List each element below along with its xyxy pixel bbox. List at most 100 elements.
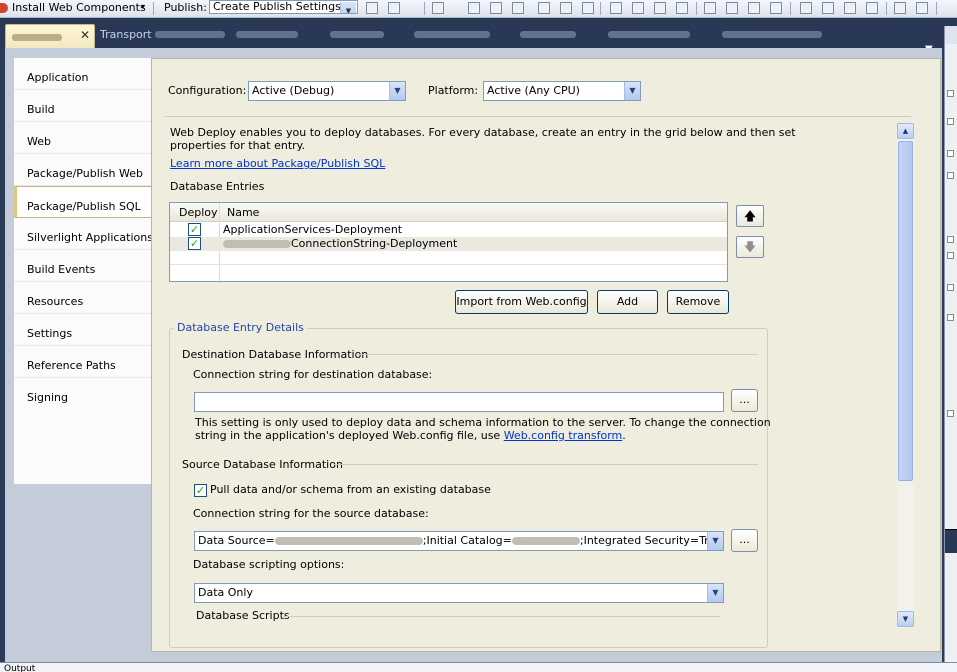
tree-expander-icon[interactable] xyxy=(947,172,954,179)
align-icon[interactable] xyxy=(512,2,524,14)
document-tab[interactable] xyxy=(236,26,298,46)
tree-expander-icon[interactable] xyxy=(947,314,954,321)
table-row[interactable]: ✓ ConnectionString-Deployment xyxy=(170,237,727,251)
solution-explorer-header[interactable] xyxy=(945,26,957,44)
spacing-icon[interactable] xyxy=(748,2,760,14)
align-icon[interactable] xyxy=(560,2,572,14)
import-from-web-config-button[interactable]: Import from Web.config xyxy=(455,290,588,314)
solution-explorer-strip xyxy=(944,26,957,662)
nav-item-settings[interactable]: Settings xyxy=(14,314,152,346)
spacing-icon[interactable] xyxy=(704,2,716,14)
table-row-empty[interactable] xyxy=(170,251,727,265)
remove-button[interactable]: Remove xyxy=(667,290,729,314)
arrow-up-icon: 🡅 xyxy=(743,209,757,223)
scrollbar-thumb[interactable] xyxy=(898,141,913,481)
document-tab[interactable] xyxy=(722,26,822,46)
output-title: Output xyxy=(4,664,36,672)
size-icon[interactable] xyxy=(676,2,688,14)
document-tab[interactable]: Transport xyxy=(100,26,226,46)
web-config-transform-link[interactable]: Web.config transform xyxy=(504,429,623,442)
vertical-scrollbar[interactable]: ▲ ▼ xyxy=(897,123,914,628)
source-browse-button[interactable]: ... xyxy=(731,529,758,552)
tree-expander-icon[interactable] xyxy=(947,150,954,157)
nav-item-build[interactable]: Build xyxy=(14,90,152,122)
spacing-icon[interactable] xyxy=(822,2,834,14)
table-row[interactable]: ✓ ApplicationServices-Deployment xyxy=(170,223,727,237)
chevron-down-icon[interactable]: ▼ xyxy=(624,82,640,100)
publish-combo[interactable]: Create Publish Settings ▼ xyxy=(209,0,358,14)
nav-item-resources[interactable]: Resources xyxy=(14,282,152,314)
output-window[interactable]: Output xyxy=(0,662,957,672)
center-icon[interactable] xyxy=(894,2,906,14)
grid-header: Deploy Name xyxy=(170,203,727,222)
nav-item-build-events[interactable]: Build Events xyxy=(14,250,152,282)
tree-expander-icon[interactable] xyxy=(947,236,954,243)
web-components-icon xyxy=(0,3,8,13)
spacing-icon[interactable] xyxy=(770,2,782,14)
chevron-down-icon[interactable]: ▼ xyxy=(707,584,723,602)
tree-expander-icon[interactable] xyxy=(947,90,954,97)
nav-item-package-publish-web[interactable]: Package/Publish Web xyxy=(14,154,152,186)
tree-expander-icon[interactable] xyxy=(947,118,954,125)
tree-expander-icon[interactable] xyxy=(947,284,954,291)
tree-expander-icon[interactable] xyxy=(947,252,954,259)
document-tab[interactable] xyxy=(520,26,576,46)
align-icon[interactable] xyxy=(490,2,502,14)
spacing-icon[interactable] xyxy=(800,2,812,14)
install-web-components-button[interactable]: Install Web Components xyxy=(12,1,146,14)
source-connection-combo[interactable]: Data Source= ;Initial Catalog= ;Integrated… xyxy=(194,531,724,551)
tab-title-blurred xyxy=(722,31,822,38)
pull-data-label[interactable]: Pull data and/or schema from an existing… xyxy=(210,483,491,496)
column-header-name[interactable]: Name xyxy=(227,206,259,219)
spacing-icon[interactable] xyxy=(726,2,738,14)
deploy-checkbox[interactable]: ✓ xyxy=(188,223,201,236)
intro-text-line2: properties for that entry. xyxy=(170,139,306,152)
destination-connection-input[interactable] xyxy=(194,392,724,412)
document-tab[interactable] xyxy=(608,26,690,46)
publish-icon[interactable] xyxy=(366,2,378,14)
properties-header[interactable] xyxy=(945,529,957,553)
layout-icon[interactable] xyxy=(432,2,444,14)
nav-item-reference-paths[interactable]: Reference Paths xyxy=(14,346,152,378)
center-icon[interactable] xyxy=(916,2,928,14)
size-icon[interactable] xyxy=(632,2,644,14)
pull-data-checkbox[interactable]: ✓ xyxy=(194,484,207,497)
tree-expander-icon[interactable] xyxy=(947,410,954,417)
align-icon[interactable] xyxy=(468,2,480,14)
database-entries-title: Database Entries xyxy=(170,180,265,193)
scripting-options-combo[interactable]: Data Only ▼ xyxy=(194,583,724,603)
nav-item-web[interactable]: Web xyxy=(14,122,152,154)
close-icon[interactable]: ✕ xyxy=(80,28,90,42)
nav-item-application[interactable]: Application xyxy=(14,58,152,90)
nav-item-package-publish-sql[interactable]: Package/Publish SQL xyxy=(14,186,152,218)
move-up-button[interactable]: 🡅 xyxy=(736,205,764,227)
align-icon[interactable] xyxy=(538,2,550,14)
destination-browse-button[interactable]: ... xyxy=(731,389,758,412)
chevron-down-icon[interactable]: ▼ xyxy=(389,82,405,100)
toolbar-dropdown-icon[interactable]: ▾ xyxy=(141,2,145,11)
scroll-down-icon[interactable]: ▼ xyxy=(897,611,914,627)
column-header-deploy[interactable]: Deploy xyxy=(179,206,218,219)
nav-item-silverlight-applications[interactable]: Silverlight Applications xyxy=(14,218,153,250)
nav-item-signing[interactable]: Signing xyxy=(14,378,152,410)
learn-more-link[interactable]: Learn more about Package/Publish SQL xyxy=(170,157,385,170)
tab-title-blurred xyxy=(414,31,490,38)
configuration-combo[interactable]: Active (Debug) ▼ xyxy=(248,81,406,101)
add-button[interactable]: Add xyxy=(597,290,658,314)
spacing-icon[interactable] xyxy=(844,2,856,14)
deploy-checkbox[interactable]: ✓ xyxy=(188,237,201,250)
size-icon[interactable] xyxy=(654,2,666,14)
scroll-up-icon[interactable]: ▲ xyxy=(897,123,914,139)
platform-combo[interactable]: Active (Any CPU) ▼ xyxy=(483,81,641,101)
tab-project-properties[interactable]: ✕ xyxy=(5,24,95,48)
spacing-icon[interactable] xyxy=(866,2,878,14)
move-down-button[interactable]: 🡇 xyxy=(736,236,764,258)
size-icon[interactable] xyxy=(610,2,622,14)
chevron-down-icon[interactable]: ▼ xyxy=(707,532,723,550)
entry-name: ConnectionString-Deployment xyxy=(291,237,458,250)
document-tab[interactable] xyxy=(414,26,490,46)
destination-note-line2: string in the application's deployed Web… xyxy=(195,429,626,442)
align-icon[interactable] xyxy=(582,2,594,14)
document-tab[interactable] xyxy=(330,26,384,46)
settings-icon[interactable] xyxy=(388,2,400,14)
